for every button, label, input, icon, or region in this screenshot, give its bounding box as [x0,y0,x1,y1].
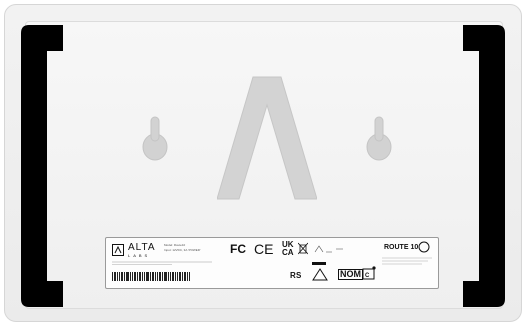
ukca-bottom: CA [282,248,294,257]
right-keyhole [366,116,392,161]
alta-logo-icon [112,244,124,256]
left-foot [21,25,63,307]
compliance-bar [312,262,326,265]
serial-barcode [112,272,208,281]
label-fine-print [112,261,212,265]
ce-icon: CE [254,241,274,257]
label-brand-sub: LABS [128,253,151,258]
embossed-logo-icon [217,76,317,200]
rcm-mark-icon: R S [290,271,302,280]
certification-mark-icon: C [362,266,376,280]
label-product-name: ROUTE 10 [384,244,419,251]
right-foot [463,25,505,307]
label-power: Input: 12VDC, 3A 'POWER' [164,248,201,252]
nom-mark: NOM [338,269,363,280]
svg-text:C: C [365,273,370,279]
label-fine-print-right [382,257,432,265]
left-keyhole [142,116,168,161]
svg-text:S: S [296,271,302,280]
route10-emblem-icon [418,241,430,253]
product-label: ALTA LABS Model: Route10 Input: 12VDC, 3… [105,237,439,289]
weee-bin-icon [298,242,308,255]
label-model: Model: Route10 [164,243,186,247]
label-brand: ALTA [128,242,156,253]
rcm-triangle-icon [312,268,328,281]
compliance-mark-icon [314,245,343,253]
device-underside: ALTA LABS Model: Route10 Input: 12VDC, 3… [4,4,522,322]
fcc-icon: FC [230,242,246,256]
